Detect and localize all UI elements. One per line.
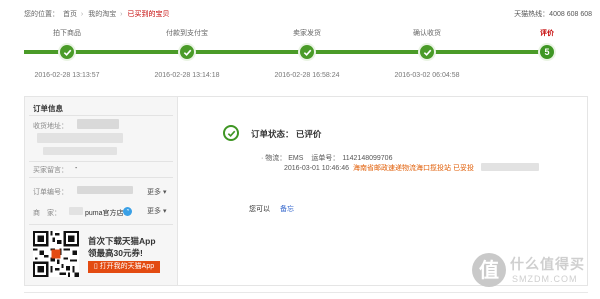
hotline-text: 天猫热线：4008 608 608 [514, 11, 592, 18]
order-number-redacted [77, 186, 133, 194]
order-status-label: 订单状态： [251, 129, 294, 139]
order-status: 订单状态： 已评价 [251, 128, 321, 140]
divider [29, 115, 173, 116]
breadcrumb: 您的位置： 首页 › 我的淘宝 › 已买到的宝贝 [24, 9, 171, 19]
buyer-message-value: - [75, 165, 78, 172]
carrier-name: EMS [288, 155, 304, 162]
divider [29, 161, 173, 162]
logistics-time: 2016-03-01 10:46:46 [284, 165, 349, 172]
merchant-label: 商 家： [33, 210, 61, 217]
address-redacted [77, 119, 119, 129]
qr-code-graphic [33, 231, 79, 277]
promo-line-1: 首次下载天猫App [88, 236, 156, 246]
step-time: 2016-02-28 13:14:18 [154, 72, 220, 79]
address-label: 收货地址： [33, 123, 68, 130]
tracking-label: 运单号： [311, 155, 340, 162]
check-icon [303, 49, 311, 56]
phone-icon: ▯ [93, 263, 98, 270]
order-progress: 拍下商品 付款到支付宝 卖家发货 确认收货 评价 5 2016-02-28 13… [0, 28, 600, 88]
memo-link[interactable]: 备忘 [280, 204, 294, 214]
divider [29, 177, 173, 178]
step-time: 2016-02-28 13:13:57 [34, 72, 100, 79]
merchant-name-link[interactable]: puma官方店 [85, 208, 124, 218]
chevron-down-icon: ▾ [161, 208, 167, 215]
open-app-label: 打开我的天猫App [99, 263, 155, 270]
step-label: 卖家发货 [293, 30, 321, 37]
watermark-subtext: SMZDM.COM [512, 274, 578, 284]
merchant-more-link[interactable]: 更多 ▾ [147, 206, 166, 216]
check-icon [183, 49, 191, 56]
signer-redacted [481, 163, 539, 171]
step-time: 2016-02-28 16:58:24 [274, 72, 340, 79]
wangwang-chat-icon[interactable]: ◔ [123, 207, 132, 216]
tracking-number: 1142148099706 [342, 155, 393, 162]
order-info-sidebar: 订单信息 收货地址： 买家留言： - 订单编号： 更多 ▾ 商 家： puma官… [25, 97, 178, 285]
check-icon [63, 49, 71, 56]
merchant-redacted [69, 207, 83, 215]
step-done-node [178, 43, 196, 61]
order-more-link[interactable]: 更多 ▾ [147, 187, 166, 197]
buyer-message-label: 买家留言： [33, 167, 68, 174]
chevron-down-icon: ▾ [161, 189, 167, 196]
more-label: 更多 [147, 189, 161, 196]
order-number-label: 订单编号： [33, 189, 68, 196]
qr-code [33, 231, 79, 277]
success-check-icon [223, 125, 239, 141]
check-icon [423, 49, 431, 56]
actions-label: 您可以 [249, 206, 270, 213]
promo-line-2: 领最高30元券! [88, 248, 143, 258]
step-current-node: 5 [538, 43, 556, 61]
watermark-logo: 值 [472, 253, 506, 287]
app-promo-text: 首次下载天猫App 领最高30元券! [88, 235, 176, 259]
breadcrumb-separator: › [80, 11, 84, 18]
logistics-latest: 2016-03-01 10:46:46 海南省邮政速递物流海口揽投站 已妥投 [284, 163, 474, 173]
breadcrumb-home-link[interactable]: 首页 [63, 11, 77, 18]
order-status-value: 已评价 [295, 129, 322, 139]
order-info-title: 订单信息 [33, 104, 63, 113]
smzdm-watermark: 值 什么值得买 SMZDM.COM [472, 251, 590, 293]
breadcrumb-prefix: 您的位置： [24, 11, 59, 18]
watermark-text: 什么值得买 [510, 256, 585, 272]
open-tmall-app-button[interactable]: ▯ 打开我的天猫App [88, 261, 160, 273]
step-done-node [418, 43, 436, 61]
step-label-current: 评价 [540, 30, 554, 37]
step-label: 确认收货 [413, 30, 441, 37]
progress-track [24, 50, 544, 54]
top-bar: 您的位置： 首页 › 我的淘宝 › 已买到的宝贝 天猫热线：4008 608 6… [24, 9, 592, 21]
logistics-line: · 物流： EMS 运单号： 1142148099706 [261, 153, 392, 163]
address-redacted [37, 133, 123, 143]
step-label: 付款到支付宝 [166, 30, 208, 37]
breadcrumb-my-taobao-link[interactable]: 我的淘宝 [88, 11, 116, 18]
divider [29, 224, 173, 225]
logistics-place: 海南省邮政速递物流海口揽投站 已妥投 [353, 165, 474, 172]
step-label: 拍下商品 [53, 30, 81, 37]
bullet: · [261, 155, 264, 162]
breadcrumb-separator: › [120, 11, 123, 18]
check-icon [227, 130, 235, 137]
breadcrumb-current: 已买到的宝贝 [127, 11, 170, 18]
logistics-label: 物流： [265, 155, 287, 162]
step-done-node [298, 43, 316, 61]
address-redacted [43, 147, 117, 155]
step-time: 2016-03-02 06:04:58 [394, 72, 460, 79]
step-done-node [58, 43, 76, 61]
more-label: 更多 [147, 208, 161, 215]
